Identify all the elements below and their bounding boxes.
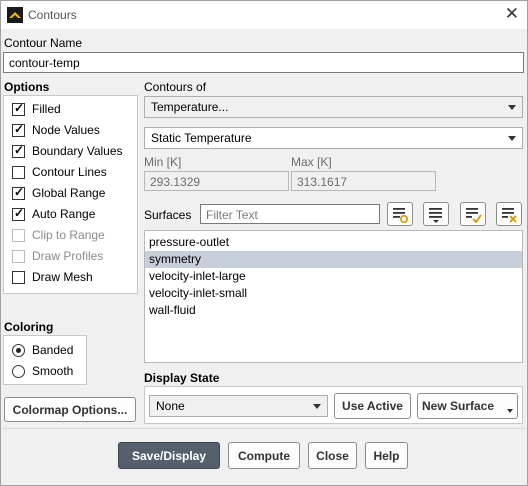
min-label: Min [K] <box>144 155 182 169</box>
title-bar: Contours ✕ <box>1 1 527 29</box>
radio-banded[interactable]: Banded <box>12 342 73 358</box>
contours-of-quantity-value: Static Temperature <box>151 131 252 145</box>
contour-name-label: Contour Name <box>4 36 83 50</box>
max-label: Max [K] <box>291 155 332 169</box>
close-button[interactable]: Close <box>308 442 357 469</box>
select-all-icon[interactable] <box>387 202 413 226</box>
checkbox-filled[interactable]: ✓ Filled <box>12 101 61 117</box>
contour-name-input[interactable]: contour-temp <box>3 52 524 73</box>
help-button[interactable]: Help <box>365 442 408 469</box>
chevron-down-icon <box>507 409 513 413</box>
use-active-button[interactable]: Use Active <box>334 393 411 419</box>
checkbox-draw-mesh[interactable]: Draw Mesh <box>12 269 93 285</box>
surface-item-wall-fluid[interactable]: wall-fluid <box>145 302 522 319</box>
max-value: 313.1617 <box>297 175 348 189</box>
save-display-button[interactable]: Save/Display <box>118 442 220 469</box>
contour-name-value: contour-temp <box>9 56 80 70</box>
surface-item-velocity-inlet-large[interactable]: velocity-inlet-large <box>145 268 522 285</box>
display-state-select[interactable]: None <box>149 395 328 417</box>
display-state-label: Display State <box>144 371 220 385</box>
divider <box>2 428 526 429</box>
close-icon[interactable]: ✕ <box>505 5 519 23</box>
checkbox-node-values[interactable]: ✓ Node Values <box>12 122 100 138</box>
new-surface-button[interactable]: New Surface <box>417 393 518 419</box>
surface-item-velocity-inlet-small[interactable]: velocity-inlet-small <box>145 285 522 302</box>
radio-smooth[interactable]: Smooth <box>12 363 73 379</box>
checkbox-clip-to-range: Clip to Range <box>12 227 105 243</box>
surfaces-filter-input[interactable]: Filter Text <box>200 204 380 224</box>
surfaces-filter-placeholder: Filter Text <box>206 208 258 222</box>
max-field: 313.1617 <box>291 171 436 191</box>
compute-button[interactable]: Compute <box>228 442 300 469</box>
colormap-options-button[interactable]: Colormap Options... <box>4 397 136 422</box>
window-title: Contours <box>28 8 77 22</box>
coloring-label: Coloring <box>4 320 54 334</box>
chevron-down-icon <box>313 404 321 409</box>
contours-dialog: Contours ✕ Contour Name contour-temp Opt… <box>0 0 528 486</box>
contours-of-quantity-select[interactable]: Static Temperature <box>144 127 523 149</box>
select-checked-icon[interactable] <box>460 202 486 226</box>
contours-of-category-select[interactable]: Temperature... <box>144 96 523 118</box>
checkbox-contour-lines[interactable]: Contour Lines <box>12 164 107 180</box>
options-label: Options <box>4 80 50 94</box>
deselect-all-icon[interactable] <box>496 202 522 226</box>
checkbox-draw-profiles: Draw Profiles <box>12 248 103 264</box>
checkbox-global-range[interactable]: ✓ Global Range <box>12 185 105 201</box>
surface-item-symmetry[interactable]: symmetry <box>145 251 522 268</box>
coloring-group: Banded Smooth <box>3 335 87 385</box>
surface-item-pressure-outlet[interactable]: pressure-outlet <box>145 234 522 251</box>
ansys-fluent-icon <box>7 7 23 23</box>
display-state-value: None <box>156 399 185 413</box>
chevron-down-icon <box>508 105 516 110</box>
checkbox-auto-range[interactable]: ✓ Auto Range <box>12 206 95 222</box>
min-value: 293.1329 <box>150 175 201 189</box>
chevron-down-icon <box>508 136 516 141</box>
surfaces-label: Surfaces <box>144 208 192 222</box>
options-group: ✓ Filled ✓ Node Values ✓ Boundary Values Co… <box>3 95 138 294</box>
checkbox-boundary-values[interactable]: ✓ Boundary Values <box>12 143 123 159</box>
new-surface-label: New Surface <box>422 399 495 413</box>
min-field: 293.1329 <box>144 171 289 191</box>
surfaces-list[interactable]: pressure-outlet symmetry velocity-inlet-… <box>144 230 523 363</box>
contours-of-label: Contours of <box>144 80 207 94</box>
select-group-icon[interactable] <box>423 202 449 226</box>
contours-of-category-value: Temperature... <box>151 100 229 114</box>
